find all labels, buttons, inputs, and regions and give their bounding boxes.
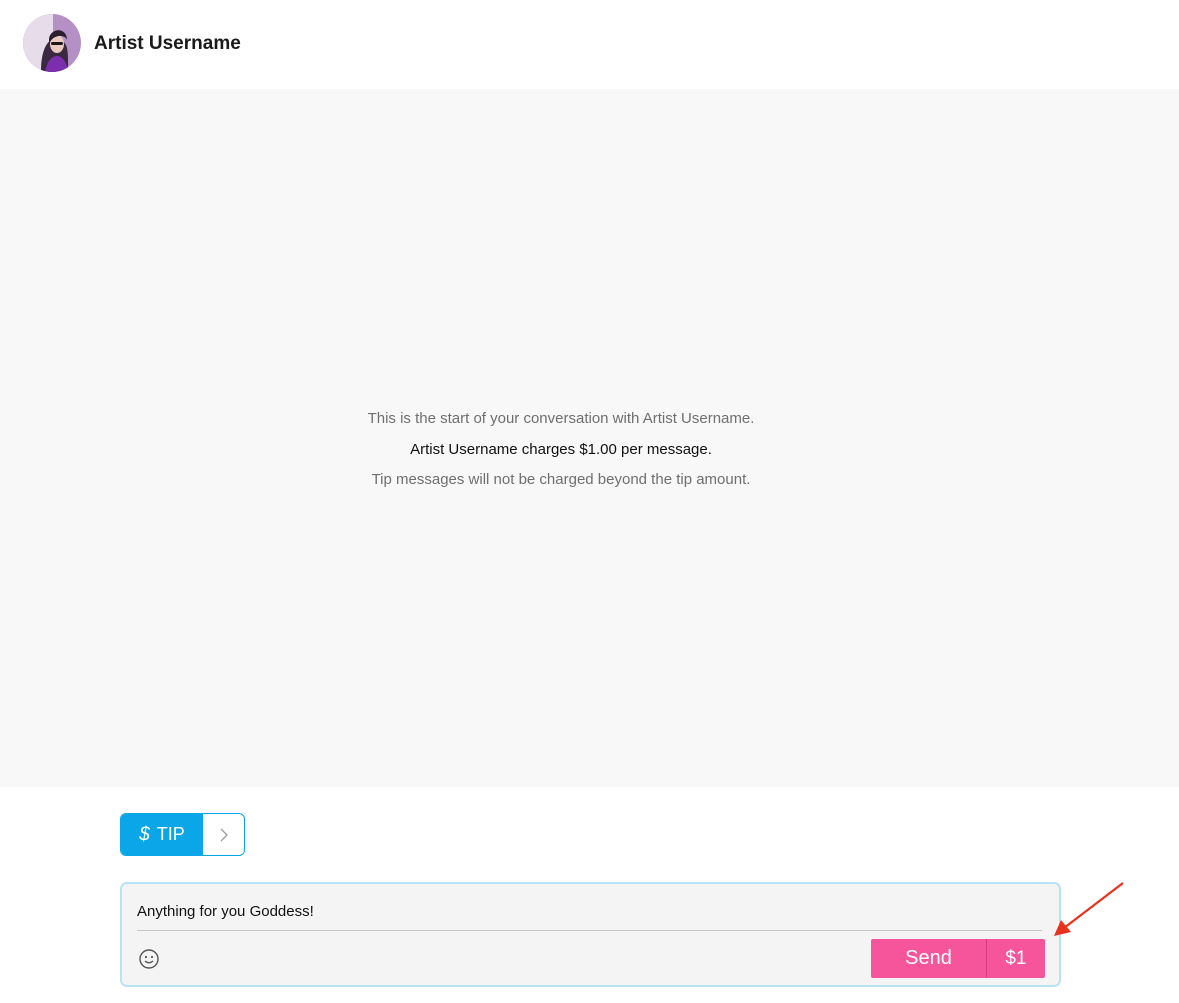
send-button-group[interactable]: Send $1 [871, 939, 1045, 978]
annotation-arrow-icon [1054, 882, 1124, 936]
message-input[interactable]: Anything for you Goddess! [137, 902, 1017, 922]
message-price: $1 [987, 939, 1045, 978]
tip-expand-button[interactable] [203, 814, 244, 855]
smiley-icon [139, 949, 159, 969]
avatar-portrait [23, 14, 81, 72]
composer-divider [137, 930, 1042, 931]
intro-start-text: This is the start of your conversation w… [367, 410, 755, 427]
chat-header: Artist Username [0, 0, 1179, 89]
tip-button[interactable]: $ TIP [120, 813, 245, 856]
chat-partner-name[interactable]: Artist Username [94, 31, 241, 57]
intro-tip-note: Tip messages will not be charged beyond … [371, 471, 751, 488]
message-composer: Anything for you Goddess! Send $1 [120, 882, 1061, 987]
tip-label: TIP [156, 824, 185, 844]
conversation-intro: This is the start of your conversation w… [0, 404, 1122, 496]
emoji-button[interactable] [138, 948, 160, 970]
tip-button-main[interactable]: $ TIP [121, 814, 203, 855]
dollar-icon: $ [139, 823, 150, 845]
conversation-area: This is the start of your conversation w… [0, 89, 1179, 787]
avatar[interactable] [23, 14, 81, 72]
intro-charge-text: Artist Username charges $1.00 per messag… [410, 440, 712, 458]
send-button[interactable]: Send [871, 939, 986, 978]
chevron-right-icon [220, 828, 228, 841]
